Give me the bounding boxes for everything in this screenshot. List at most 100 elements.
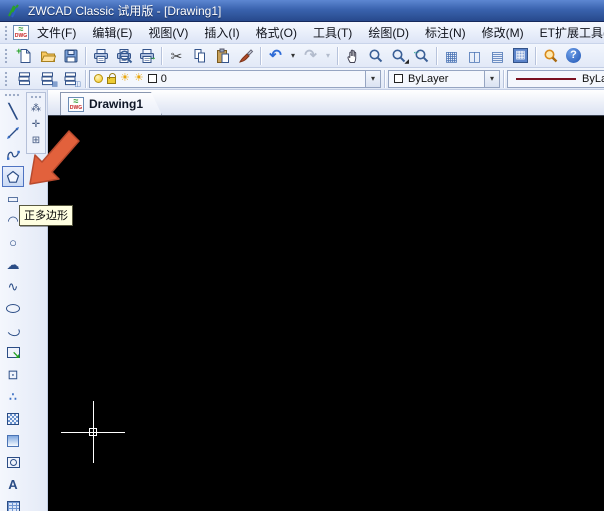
zoom-window-button[interactable]: ◢ bbox=[387, 45, 410, 66]
undo-icon: ↶ bbox=[269, 47, 282, 64]
preview-magnifier-icon bbox=[118, 49, 134, 65]
current-linetype-value: ByLayer bbox=[582, 72, 604, 85]
menu-tools[interactable]: 工具(T) bbox=[305, 22, 360, 43]
undo-button[interactable]: ↶ bbox=[264, 45, 287, 66]
design-center-button[interactable]: ◫ bbox=[463, 45, 486, 66]
layers-toolbar-grip[interactable] bbox=[4, 70, 9, 87]
new-button[interactable]: + bbox=[13, 45, 36, 66]
tool-ellipse-arc[interactable] bbox=[2, 320, 24, 341]
save-button[interactable] bbox=[59, 45, 82, 66]
match-properties-button[interactable] bbox=[234, 45, 257, 66]
draw-toolbar-grip[interactable] bbox=[4, 93, 20, 98]
menubar-grip[interactable] bbox=[4, 24, 9, 41]
menu-dimension[interactable]: 标注(N) bbox=[417, 22, 474, 43]
table-icon bbox=[6, 501, 20, 511]
dwg-scribble: ≈ bbox=[18, 25, 24, 34]
circle-icon: ○ bbox=[9, 235, 17, 250]
zoom-realtime-icon bbox=[368, 48, 384, 64]
separator bbox=[260, 46, 261, 65]
pan-button[interactable] bbox=[341, 45, 364, 66]
redo-icon: ↷ bbox=[304, 47, 317, 64]
mini-toolbar-grip[interactable] bbox=[30, 95, 42, 100]
menu-modify[interactable]: 修改(M) bbox=[474, 22, 532, 43]
polyline-icon bbox=[7, 150, 20, 160]
paste-button[interactable] bbox=[211, 45, 234, 66]
rectangle-icon: ▭ bbox=[6, 191, 20, 206]
menu-format[interactable]: 格式(O) bbox=[248, 22, 305, 43]
menu-draw[interactable]: 绘图(D) bbox=[360, 22, 417, 43]
tool-table[interactable] bbox=[2, 496, 24, 511]
dwg-file-icon: ≈ DWG bbox=[68, 97, 84, 112]
tool-make-block[interactable]: ⊡ bbox=[2, 364, 24, 385]
zoom-previous-button[interactable]: ← bbox=[410, 45, 433, 66]
tool-polygon[interactable] bbox=[2, 166, 24, 187]
titlebar[interactable]: ZWCAD Classic 试用版 - [Drawing1] bbox=[0, 0, 604, 22]
tool-insert-block[interactable]: ↘ bbox=[2, 342, 24, 363]
plot-button[interactable]: → bbox=[135, 45, 158, 66]
calculator-button[interactable]: ▦ bbox=[509, 45, 532, 66]
dwg-document-icon[interactable]: ≈ DWG bbox=[13, 25, 29, 40]
tool-line[interactable]: ╲ bbox=[2, 100, 24, 121]
undo-dropdown-button[interactable]: ▾ bbox=[287, 45, 299, 66]
find-button[interactable] bbox=[539, 45, 562, 66]
tool-spline[interactable]: ∿ bbox=[2, 276, 24, 297]
badge-icon: ◫ bbox=[74, 81, 81, 88]
chevron-down-icon: ▾ bbox=[325, 50, 330, 60]
layer-combo-dropdown[interactable]: ▾ bbox=[365, 70, 380, 87]
open-button[interactable] bbox=[36, 45, 59, 66]
hatch-icon bbox=[7, 412, 19, 425]
mini-tool-divide[interactable]: ⁂ bbox=[27, 101, 45, 117]
plot-arrow-badge: → bbox=[147, 52, 157, 63]
dwg-scribble: ≈ bbox=[73, 96, 79, 106]
tool-multiline-text[interactable]: A bbox=[2, 474, 24, 495]
tab-drawing1[interactable]: ≈ DWG Drawing1 bbox=[60, 92, 162, 115]
properties-palette-button[interactable]: ▦ bbox=[440, 45, 463, 66]
linetype-sample-line bbox=[516, 77, 576, 80]
tool-revision-cloud[interactable]: ☁ bbox=[2, 254, 24, 275]
drawing-canvas[interactable] bbox=[48, 116, 604, 511]
tool-hatch[interactable] bbox=[2, 408, 24, 429]
annotation-arrow-icon bbox=[29, 130, 80, 185]
print-button[interactable] bbox=[89, 45, 112, 66]
layer-vp-freeze-icon[interactable]: ☀ bbox=[134, 73, 144, 84]
tool-region[interactable] bbox=[2, 452, 24, 473]
menu-file[interactable]: 文件(F) bbox=[29, 22, 84, 43]
print-preview-button[interactable] bbox=[112, 45, 135, 66]
redo-button[interactable]: ↷ bbox=[299, 45, 322, 66]
separator bbox=[503, 69, 504, 88]
gradient-icon bbox=[7, 434, 19, 447]
arc-icon: ◠ bbox=[7, 213, 19, 228]
cut-button[interactable]: ✂ bbox=[165, 45, 188, 66]
tool-ellipse[interactable] bbox=[2, 298, 24, 319]
current-color-value: ByLayer bbox=[408, 72, 449, 85]
help-button[interactable]: ? bbox=[562, 45, 585, 66]
color-combo[interactable]: ByLayer ▾ bbox=[388, 69, 500, 88]
layer-freeze-sun-icon[interactable]: ☀ bbox=[120, 73, 130, 84]
linetype-combo[interactable]: ByLayer bbox=[507, 69, 604, 88]
layer-states-button[interactable]: ▦ bbox=[36, 68, 59, 89]
layer-lock-icon[interactable] bbox=[107, 73, 116, 84]
tool-point[interactable]: ∴ bbox=[2, 386, 24, 407]
properties-palette-icon: ▦ bbox=[444, 47, 459, 64]
layer-translator-button[interactable]: ◫ bbox=[59, 68, 82, 89]
tool-construction-line[interactable] bbox=[2, 122, 24, 143]
menu-view[interactable]: 视图(V) bbox=[140, 22, 196, 43]
menu-et-tools[interactable]: ET扩展工具(X) bbox=[532, 22, 604, 43]
layer-properties-button[interactable] bbox=[13, 68, 36, 89]
color-combo-dropdown[interactable]: ▾ bbox=[484, 70, 499, 87]
menu-edit[interactable]: 编辑(E) bbox=[84, 22, 140, 43]
layer-on-bulb-icon[interactable] bbox=[94, 74, 103, 83]
menu-insert[interactable]: 插入(I) bbox=[196, 22, 247, 43]
standard-toolbar-grip[interactable] bbox=[4, 47, 9, 64]
find-icon bbox=[543, 48, 559, 64]
redo-dropdown-button[interactable]: ▾ bbox=[322, 45, 334, 66]
tool-palettes-button[interactable]: ▤ bbox=[486, 45, 509, 66]
copy-button[interactable] bbox=[188, 45, 211, 66]
tool-polyline[interactable] bbox=[2, 144, 24, 165]
zwcad-window: ZWCAD Classic 试用版 - [Drawing1] ≈ DWG 文件(F… bbox=[0, 0, 604, 511]
layer-combo[interactable]: ☀ ☀ 0 ▾ bbox=[89, 69, 381, 88]
cut-icon: ✂ bbox=[170, 47, 183, 64]
tool-gradient[interactable] bbox=[2, 430, 24, 451]
tool-circle[interactable]: ○ bbox=[2, 232, 24, 253]
zoom-realtime-button[interactable] bbox=[364, 45, 387, 66]
